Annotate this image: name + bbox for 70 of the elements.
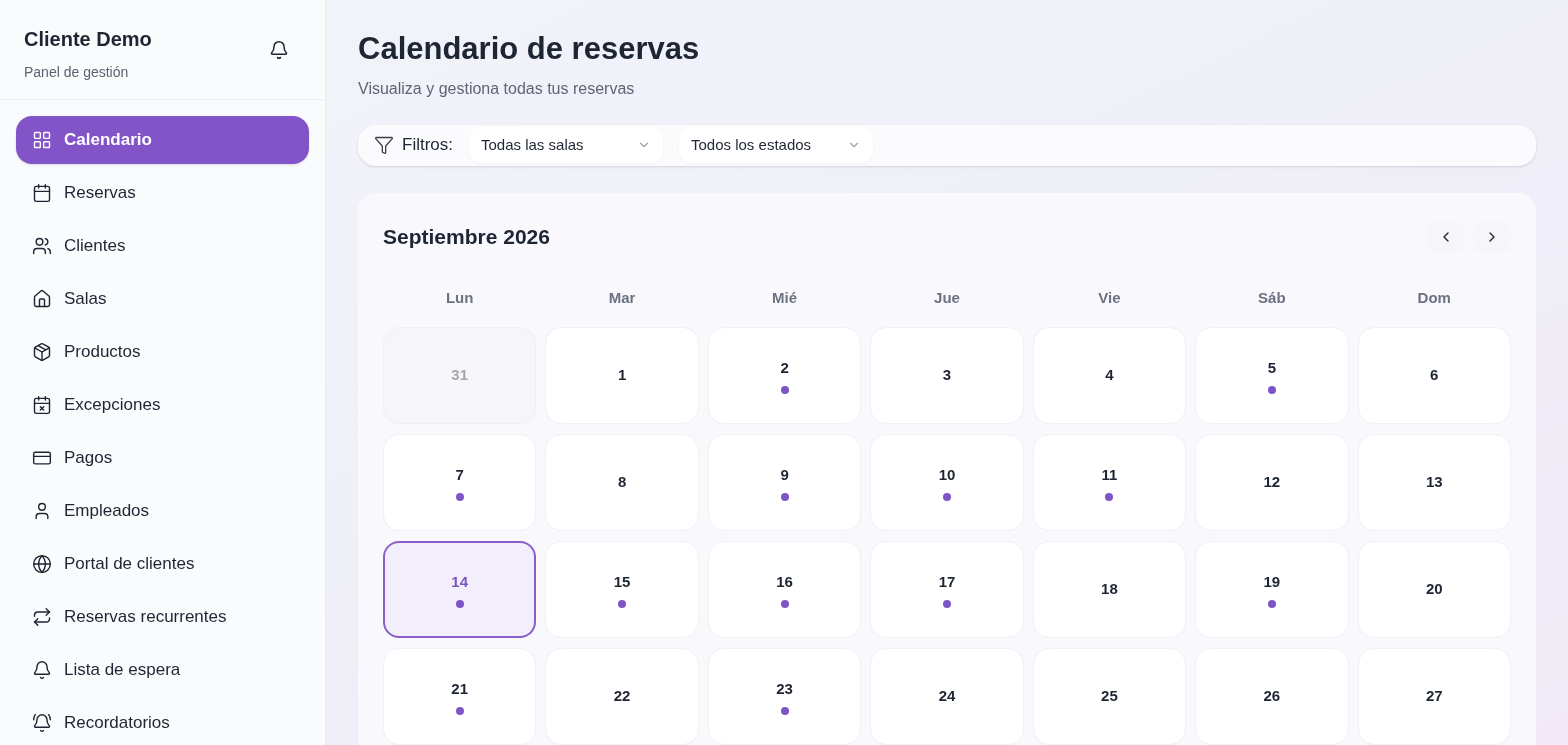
calendar-icon: [32, 183, 52, 203]
weekday-label: Lun: [444, 287, 475, 308]
ringing-bell-icon: [32, 713, 52, 733]
users-icon: [32, 236, 52, 256]
user-icon: [32, 501, 52, 521]
day-cell[interactable]: 20: [1357, 541, 1511, 638]
day-cell[interactable]: 4: [1032, 327, 1187, 424]
sidebar-item[interactable]: Salas: [16, 275, 309, 323]
day-cell[interactable]: 19: [1195, 541, 1349, 638]
day-cell[interactable]: 21: [383, 648, 537, 745]
repeat-icon: [32, 607, 52, 627]
sidebar-item[interactable]: Excepciones: [16, 381, 309, 429]
weekday-label: Jue: [933, 287, 961, 308]
grid-icon: [32, 130, 52, 150]
day-cell[interactable]: 23: [707, 648, 862, 745]
day-cell[interactable]: 17: [870, 541, 1024, 638]
sidebar-item[interactable]: Clientes: [16, 222, 309, 270]
day-cell[interactable]: 13: [1357, 434, 1511, 531]
card-icon: [32, 448, 52, 468]
day-cell[interactable]: 7: [383, 434, 537, 531]
day-cell[interactable]: 27: [1357, 648, 1511, 745]
day-cell[interactable]: 25: [1032, 648, 1187, 745]
weekday-label: Sáb: [1257, 287, 1287, 308]
month-title: Septiembre 2026: [383, 223, 550, 250]
next-month-button[interactable]: [1473, 220, 1511, 253]
bell-icon: [269, 40, 289, 60]
sidebar-item[interactable]: Productos: [16, 328, 309, 376]
day-cell[interactable]: 9: [707, 434, 862, 531]
weekday-label: Dom: [1416, 287, 1452, 308]
day-cell[interactable]: 24: [870, 648, 1024, 745]
house-icon: [32, 289, 52, 309]
bell-icon: [32, 660, 52, 680]
day-cell[interactable]: 8: [545, 434, 699, 531]
dropdown[interactable]: Todos los estados: [679, 127, 873, 164]
day-cell[interactable]: 10: [870, 434, 1024, 531]
day-cell[interactable]: 18: [1032, 541, 1187, 638]
globe-icon: [32, 554, 52, 574]
filter-label: Filtros:: [402, 134, 453, 157]
app-title: Cliente Demo: [24, 27, 152, 52]
day-cell[interactable]: 16: [707, 541, 862, 638]
weekday-label: Mar: [607, 287, 637, 308]
sidebar-item[interactable]: Reservas recurrentes: [16, 593, 309, 641]
day-cell[interactable]: 2: [707, 327, 862, 424]
sidebar-item[interactable]: Lista de espera: [16, 646, 309, 694]
sidebar-item[interactable]: Portal de clientes: [16, 540, 309, 588]
sidebar-item[interactable]: Reservas: [16, 169, 309, 217]
sidebar-item[interactable]: Recordatorios: [16, 699, 309, 745]
previous-month-button[interactable]: [1427, 220, 1465, 253]
day-cell[interactable]: 26: [1195, 648, 1349, 745]
sidebar-item[interactable]: Calendario: [16, 116, 309, 164]
day-cell[interactable]: 6: [1357, 327, 1511, 424]
day-cell[interactable]: 22: [545, 648, 699, 745]
day-cell[interactable]: 1: [545, 327, 699, 424]
weekday-label: Vie: [1097, 287, 1122, 308]
page-title: Calendario de reservas: [358, 30, 701, 68]
weekday-label: Mié: [771, 287, 799, 308]
day-cell[interactable]: 15: [545, 541, 699, 638]
page-subtitle: Visualiza y gestiona todas tus reservas: [358, 78, 636, 99]
day-cell[interactable]: 11: [1032, 434, 1187, 531]
calendar-x-icon: [32, 395, 52, 415]
day-cell[interactable]: 5: [1195, 327, 1349, 424]
app-subtitle: Panel de gestión: [24, 63, 130, 82]
box-icon: [32, 342, 52, 362]
day-cell[interactable]: 12: [1195, 434, 1349, 531]
day-cell[interactable]: 14: [383, 541, 537, 638]
dropdown[interactable]: Todas las salas: [469, 127, 663, 164]
sidebar-item[interactable]: Pagos: [16, 434, 309, 482]
day-cell[interactable]: 3: [870, 327, 1024, 424]
sidebar-item[interactable]: Empleados: [16, 487, 309, 535]
filter-icon: [374, 135, 394, 156]
